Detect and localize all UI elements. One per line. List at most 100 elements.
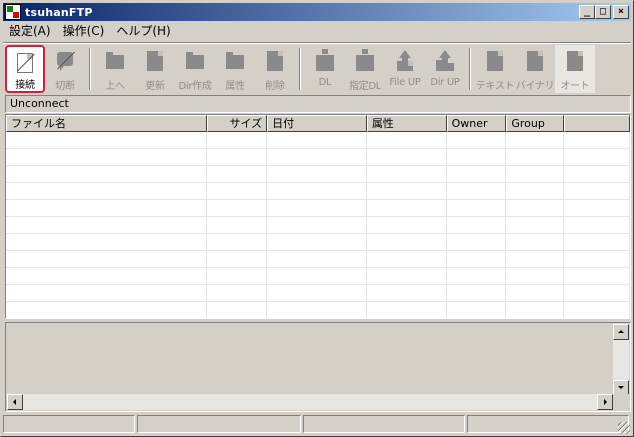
table-cell [207,183,268,199]
menu-settings[interactable]: 設定(A) [3,22,57,41]
scroll-corner [613,394,629,410]
table-cell [447,268,507,284]
resize-grip[interactable] [618,422,630,434]
log-horizontal-scrollbar[interactable] [7,394,613,410]
scroll-right-button[interactable] [597,394,613,410]
table-cell [447,302,507,318]
table-cell [207,234,268,250]
table-cell [267,166,367,182]
toolbar-separator [89,48,91,90]
minimize-button[interactable]: _ [579,5,595,19]
up-label: 上へ [105,81,125,92]
refresh-label: 更新 [145,81,165,92]
table-row [6,234,630,251]
toolbar-separator [299,48,301,90]
table-cell [207,166,268,182]
download-specified-button[interactable]: 指定DL [345,45,385,93]
table-cell [564,217,630,233]
table-cell [564,234,630,250]
table-cell [564,200,630,216]
attribute-button[interactable]: 属性 [215,45,255,93]
text-mode-button[interactable]: テキスト [475,45,515,93]
disconnect-button[interactable]: 切断 [45,45,85,93]
dir-upload-label: Dir UP [430,77,460,88]
scroll-left-button[interactable] [7,394,23,410]
table-cell [367,251,447,267]
column-size[interactable]: サイズ [207,115,268,132]
table-row [6,149,630,166]
table-row [6,166,630,183]
close-button[interactable]: × [613,5,629,19]
table-cell [6,183,208,199]
column-date[interactable]: 日付 [267,115,367,132]
binary-mode-label: バイナリ [515,81,555,92]
table-cell [506,285,565,301]
toolbar-separator [469,48,471,90]
menu-operation[interactable]: 操作(C) [57,22,111,41]
file-upload-button[interactable]: File UP [385,45,425,93]
delete-icon [264,49,286,73]
auto-mode-button[interactable]: オート [555,45,595,93]
table-cell [367,200,447,216]
title-bar[interactable]: tsuhanFTP _ □ × [3,3,631,21]
table-cell [447,200,507,216]
attribute-label: 属性 [225,81,245,92]
text-mode-label: テキスト [475,81,515,92]
table-cell [207,200,268,216]
table-cell [207,285,268,301]
table-cell [367,166,447,182]
menu-help[interactable]: ヘルプ(H) [110,22,176,41]
delete-label: 削除 [265,81,285,92]
table-cell [367,234,447,250]
column-attribute[interactable]: 属性 [366,115,447,132]
delete-button[interactable]: 削除 [255,45,295,93]
column-filename[interactable]: ファイル名 [6,115,208,132]
log-vertical-scrollbar[interactable] [613,324,629,396]
table-cell [367,183,447,199]
column-owner[interactable]: Owner [446,115,507,132]
table-cell [267,302,367,318]
main-window: tsuhanFTP _ □ × 設定(A) 操作(C) ヘルプ(H) 接続 切断… [0,0,634,437]
table-cell [267,268,367,284]
table-cell [447,217,507,233]
file-list[interactable]: ファイル名 サイズ 日付 属性 Owner Group [5,114,631,319]
table-row [6,285,630,302]
table-row [6,268,630,285]
column-group[interactable]: Group [506,115,565,132]
refresh-button[interactable]: 更新 [135,45,175,93]
table-cell [267,149,367,165]
connect-button[interactable]: 接続 [5,45,45,93]
download-icon [314,49,336,73]
table-cell [564,302,630,318]
download-specified-label: 指定DL [348,81,382,92]
dir-upload-button[interactable]: Dir UP [425,45,465,93]
auto-mode-label: オート [560,81,590,92]
window-title: tsuhanFTP [25,5,93,19]
table-cell [267,251,367,267]
table-cell [564,132,630,148]
table-row [6,183,630,200]
table-row [6,302,630,318]
folder-up-icon [104,49,126,73]
scroll-up-button[interactable] [613,324,629,340]
mkdir-button[interactable]: Dir作成 [175,45,215,93]
table-cell [6,217,208,233]
table-cell [564,183,630,199]
up-button[interactable]: 上へ [95,45,135,93]
download-label: DL [318,77,332,88]
file-list-header: ファイル名 サイズ 日付 属性 Owner Group [6,115,630,132]
text-mode-icon [484,49,506,73]
table-cell [447,183,507,199]
status-panel-3 [303,415,465,433]
table-cell [367,132,447,148]
table-cell [506,234,565,250]
table-cell [506,268,565,284]
status-panel-2 [137,415,301,433]
binary-mode-button[interactable]: バイナリ [515,45,555,93]
status-panel-4 [467,415,629,433]
table-cell [447,149,507,165]
log-area[interactable] [5,322,631,412]
maximize-button[interactable]: □ [595,5,611,19]
download-button[interactable]: DL [305,45,345,93]
table-cell [267,183,367,199]
